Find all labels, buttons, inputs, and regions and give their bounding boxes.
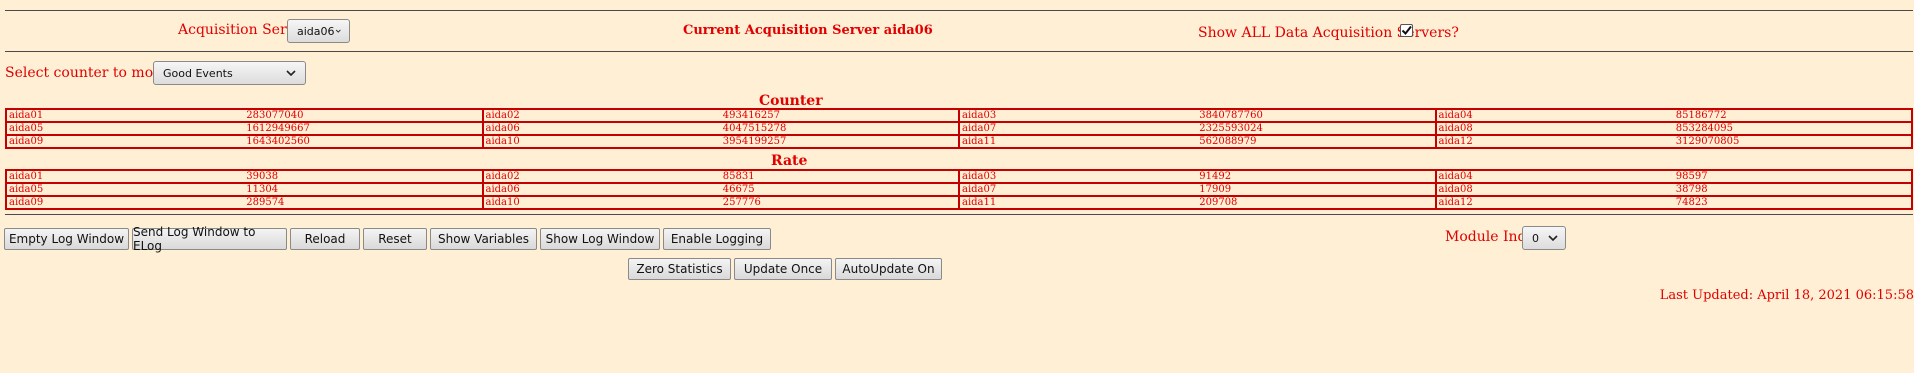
show-log-window-button[interactable]: Show Log Window: [540, 228, 660, 250]
module-index-value: 0: [1532, 231, 1539, 245]
counter-select[interactable]: Good Events: [153, 61, 306, 85]
rate-value-cell: 98597: [1673, 169, 1914, 184]
rate-value-cell: 209708: [1197, 195, 1436, 210]
acq-server-select[interactable]: aida06: [287, 19, 350, 43]
server-name-cell: aida11: [957, 195, 1198, 210]
show-all-label: Show ALL Data Acquisition Servers?: [1198, 25, 1459, 41]
show-variables-button[interactable]: Show Variables: [430, 228, 537, 250]
counter-value-cell: 4047515278: [720, 121, 959, 136]
update-once-button[interactable]: Update Once: [734, 258, 832, 280]
autoupdate-button[interactable]: AutoUpdate On: [835, 258, 942, 280]
counter-value-cell: 3129070805: [1673, 134, 1914, 149]
server-name-cell: aida01: [4, 169, 245, 184]
rate-title: Rate: [771, 153, 808, 169]
rate-value-cell: 11304: [244, 182, 483, 197]
rate-value-cell: 74823: [1673, 195, 1914, 210]
header-divider: [5, 51, 1913, 52]
counter-title: Counter: [759, 93, 823, 109]
rate-value-cell: 289574: [244, 195, 483, 210]
counter-value-cell: 2325593024: [1197, 121, 1436, 136]
chevron-down-icon: [286, 70, 296, 77]
server-name-cell: aida06: [481, 121, 721, 136]
table-row: aida01 283077040 aida02 493416257 aida03 3840…: [4, 108, 1914, 123]
table-row: aida09 1643402560 aida10 3954199257 aida11 56…: [4, 134, 1914, 149]
server-name-cell: aida06: [481, 182, 721, 197]
last-updated: Last Updated: April 18, 2021 06:15:58: [1659, 288, 1914, 303]
server-name-cell: aida02: [481, 169, 721, 184]
rate-value-cell: 17909: [1197, 182, 1436, 197]
server-name-cell: aida04: [1434, 169, 1674, 184]
server-name-cell: aida08: [1434, 121, 1674, 136]
empty-log-button[interactable]: Empty Log Window: [4, 228, 129, 250]
reload-button[interactable]: Reload: [290, 228, 360, 250]
server-name-cell: aida07: [957, 121, 1198, 136]
server-name-cell: aida11: [957, 134, 1198, 149]
server-name-cell: aida07: [957, 182, 1198, 197]
rate-value-cell: 85831: [720, 169, 959, 184]
counter-value-cell: 3954199257: [720, 134, 959, 149]
counter-value-cell: 283077040: [244, 108, 483, 123]
server-name-cell: aida03: [957, 108, 1198, 123]
reset-button[interactable]: Reset: [363, 228, 427, 250]
checkmark-icon: [1401, 25, 1412, 36]
table-row: aida01 39038 aida02 85831 aida03 91492 aida04 9…: [4, 169, 1914, 184]
server-name-cell: aida08: [1434, 182, 1674, 197]
top-divider: [5, 10, 1913, 11]
server-name-cell: aida04: [1434, 108, 1674, 123]
rate-value-cell: 46675: [720, 182, 959, 197]
section-divider: [5, 214, 1913, 215]
counter-value-cell: 853284095: [1673, 121, 1914, 136]
module-index-select[interactable]: 0: [1522, 226, 1566, 250]
table-row: aida09 289574 aida10 257776 aida11 209708 aida…: [4, 195, 1914, 210]
server-name-cell: aida10: [481, 195, 721, 210]
server-name-cell: aida12: [1434, 134, 1674, 149]
send-log-elog-button[interactable]: Send Log Window to ELog: [132, 225, 287, 253]
chevron-down-icon: [335, 29, 341, 33]
acq-server-value: aida06: [297, 24, 335, 38]
rate-table: aida01 39038 aida02 85831 aida03 91492 aida04 9…: [4, 169, 1914, 210]
server-name-cell: aida05: [4, 121, 245, 136]
rate-value-cell: 38798: [1673, 182, 1914, 197]
counter-value-cell: 1643402560: [244, 134, 483, 149]
server-name-cell: aida12: [1434, 195, 1674, 210]
table-row: aida05 1612949667 aida06 4047515278 aida07 23…: [4, 121, 1914, 136]
server-name-cell: aida01: [4, 108, 245, 123]
counter-value-cell: 493416257: [720, 108, 959, 123]
chevron-down-icon: [1548, 235, 1558, 242]
enable-logging-button[interactable]: Enable Logging: [663, 228, 771, 250]
current-server-title: Current Acquisition Server aida06: [683, 23, 933, 38]
zero-statistics-button[interactable]: Zero Statistics: [628, 258, 731, 280]
counter-value-cell: 562088979: [1197, 134, 1436, 149]
server-name-cell: aida10: [481, 134, 721, 149]
server-name-cell: aida02: [481, 108, 721, 123]
counter-value-cell: 85186772: [1673, 108, 1914, 123]
rate-value-cell: 257776: [720, 195, 959, 210]
server-name-cell: aida09: [4, 195, 245, 210]
rate-value-cell: 91492: [1197, 169, 1436, 184]
counter-table: aida01 283077040 aida02 493416257 aida03 3840…: [4, 108, 1914, 149]
counter-value-cell: 3840787760: [1197, 108, 1436, 123]
server-name-cell: aida05: [4, 182, 245, 197]
table-row: aida05 11304 aida06 46675 aida07 17909 aida08 3…: [4, 182, 1914, 197]
show-all-checkbox[interactable]: [1400, 24, 1413, 37]
server-name-cell: aida03: [957, 169, 1198, 184]
counter-select-value: Good Events: [163, 66, 233, 80]
counter-value-cell: 1612949667: [244, 121, 483, 136]
server-name-cell: aida09: [4, 134, 245, 149]
rate-value-cell: 39038: [244, 169, 483, 184]
